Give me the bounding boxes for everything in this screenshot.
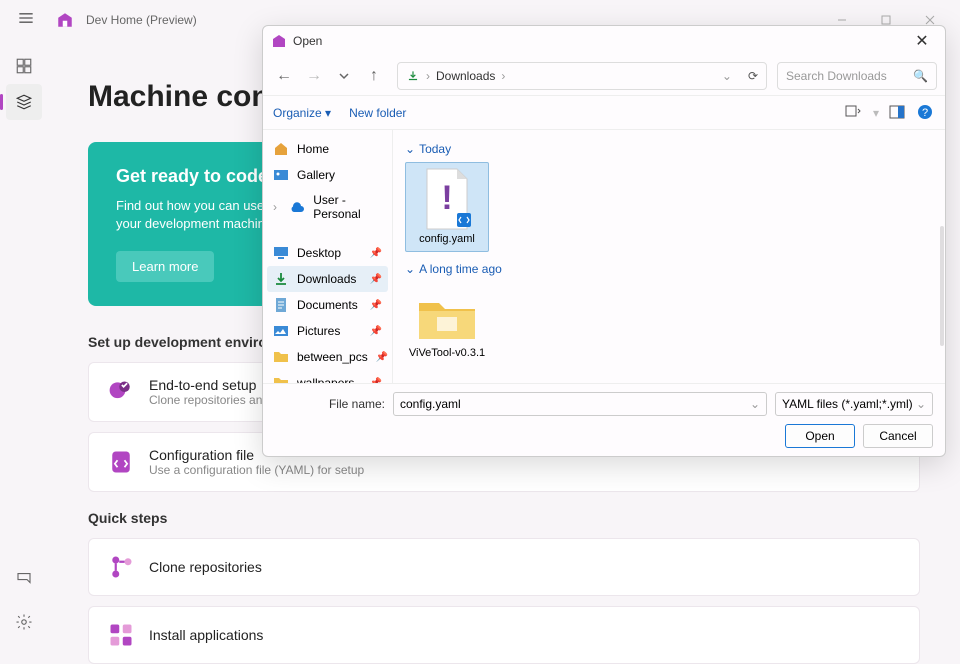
dialog-file-list: ⌄Today ! config.yaml ⌄A long time ago Vi… [393, 130, 945, 383]
app-title: Dev Home (Preview) [86, 13, 197, 27]
pin-icon: 📌 [370, 274, 382, 285]
chevron-down-icon[interactable]: ⌄ [750, 397, 760, 411]
new-folder-button[interactable]: New folder [349, 106, 406, 120]
pin-icon: 📌 [370, 300, 382, 311]
dialog-toolbar: ← → ↑ › Downloads › ⌄ ⟳ Search Downloads… [263, 56, 945, 96]
organize-menu[interactable]: Organize ▾ [273, 106, 331, 120]
card-install-apps[interactable]: Install applications [88, 606, 920, 664]
download-icon [406, 69, 420, 83]
folder-icon [273, 375, 289, 383]
dialog-title: Open [293, 34, 322, 48]
help-button[interactable]: ? [917, 104, 935, 122]
file-icon [107, 448, 135, 476]
nav-rail [0, 40, 48, 648]
search-icon: 🔍 [913, 69, 928, 83]
chevron-down-icon: ⌄ [405, 142, 415, 156]
apps-icon [107, 621, 135, 649]
nav-between-pcs[interactable]: between_pcs📌 [267, 344, 388, 370]
preview-pane-button[interactable] [889, 104, 907, 122]
nav-documents[interactable]: Documents📌 [267, 292, 388, 318]
dialog-toolbar-secondary: Organize ▾ New folder ▾ ? [263, 96, 945, 130]
filename-label: File name: [275, 397, 385, 411]
folder-icon [273, 349, 289, 365]
chevron-right-icon: › [426, 69, 430, 83]
group-long-time-ago[interactable]: ⌄A long time ago [405, 262, 933, 276]
section-quick-label: Quick steps [88, 510, 920, 526]
folder-vivetool[interactable]: ViVeTool-v0.3.1 [405, 282, 489, 366]
home-icon [273, 141, 289, 157]
filetype-select[interactable]: YAML files (*.yaml;*.yml) ⌄ [775, 392, 933, 416]
file-config-yaml[interactable]: ! config.yaml [405, 162, 489, 252]
checklist-icon [107, 378, 135, 406]
open-button[interactable]: Open [785, 424, 855, 448]
card-title: Install applications [149, 627, 263, 643]
view-options-button[interactable] [845, 104, 863, 122]
app-icon [271, 33, 287, 49]
card-subtitle: Use a configuration file (YAML) for setu… [149, 463, 364, 477]
file-open-dialog: Open ✕ ← → ↑ › Downloads › ⌄ ⟳ Search Do… [262, 25, 946, 457]
download-icon [273, 271, 289, 287]
rail-dashboard[interactable] [6, 48, 42, 84]
folder-icon [415, 295, 479, 343]
dialog-body: Home Gallery › User - Personal Desktop📌 … [263, 130, 945, 383]
search-placeholder: Search Downloads [786, 69, 887, 83]
nav-back-button[interactable]: ← [271, 63, 297, 89]
desktop-icon [273, 245, 289, 261]
chevron-right-icon: › [501, 69, 505, 83]
pin-icon: 📌 [370, 248, 382, 259]
group-today[interactable]: ⌄Today [405, 142, 933, 156]
chevron-down-icon: ⌄ [916, 397, 926, 411]
pictures-icon [273, 323, 289, 339]
learn-more-button[interactable]: Learn more [116, 251, 214, 282]
rail-settings[interactable] [6, 604, 42, 640]
dialog-titlebar: Open ✕ [263, 26, 945, 56]
branch-icon [107, 553, 135, 581]
nav-pictures[interactable]: Pictures📌 [267, 318, 388, 344]
pin-icon: 📌 [376, 352, 388, 363]
cancel-button[interactable]: Cancel [863, 424, 933, 448]
dialog-footer: File name: config.yaml ⌄ YAML files (*.y… [263, 383, 945, 456]
svg-text:!: ! [441, 179, 452, 217]
dialog-nav-tree: Home Gallery › User - Personal Desktop📌 … [263, 130, 393, 383]
nav-home[interactable]: Home [267, 136, 388, 162]
card-clone-repos[interactable]: Clone repositories [88, 538, 920, 596]
nav-gallery[interactable]: Gallery [267, 162, 388, 188]
nav-wallpapers[interactable]: wallpapers📌 [267, 370, 388, 383]
nav-up-button[interactable]: ↑ [361, 63, 387, 89]
search-input[interactable]: Search Downloads 🔍 [777, 62, 937, 90]
yaml-file-icon: ! [415, 167, 479, 231]
rail-feedback[interactable] [6, 560, 42, 596]
dialog-close-button[interactable]: ✕ [907, 26, 937, 56]
filename-input[interactable]: config.yaml ⌄ [393, 392, 767, 416]
breadcrumb-downloads[interactable]: Downloads [436, 69, 495, 83]
gallery-icon [273, 167, 289, 183]
pin-icon: 📌 [370, 326, 382, 337]
address-bar[interactable]: › Downloads › ⌄ ⟳ [397, 62, 767, 90]
nav-forward-button[interactable]: → [301, 63, 327, 89]
nav-downloads[interactable]: Downloads📌 [267, 266, 388, 292]
hamburger-menu[interactable] [16, 8, 40, 32]
chevron-right-icon: › [273, 200, 281, 214]
app-icon [56, 11, 74, 29]
rail-machine-config[interactable] [6, 84, 42, 120]
chevron-down-icon: ⌄ [405, 262, 415, 276]
document-icon [273, 297, 289, 313]
nav-recent-button[interactable] [331, 63, 357, 89]
chevron-down-icon[interactable]: ⌄ [722, 69, 732, 83]
nav-user-personal[interactable]: › User - Personal [267, 188, 388, 226]
scrollbar[interactable] [940, 226, 944, 346]
card-title: Clone repositories [149, 559, 262, 575]
nav-desktop[interactable]: Desktop📌 [267, 240, 388, 266]
cloud-icon [289, 199, 305, 215]
svg-text:?: ? [922, 107, 928, 119]
refresh-button[interactable]: ⟳ [748, 69, 758, 83]
